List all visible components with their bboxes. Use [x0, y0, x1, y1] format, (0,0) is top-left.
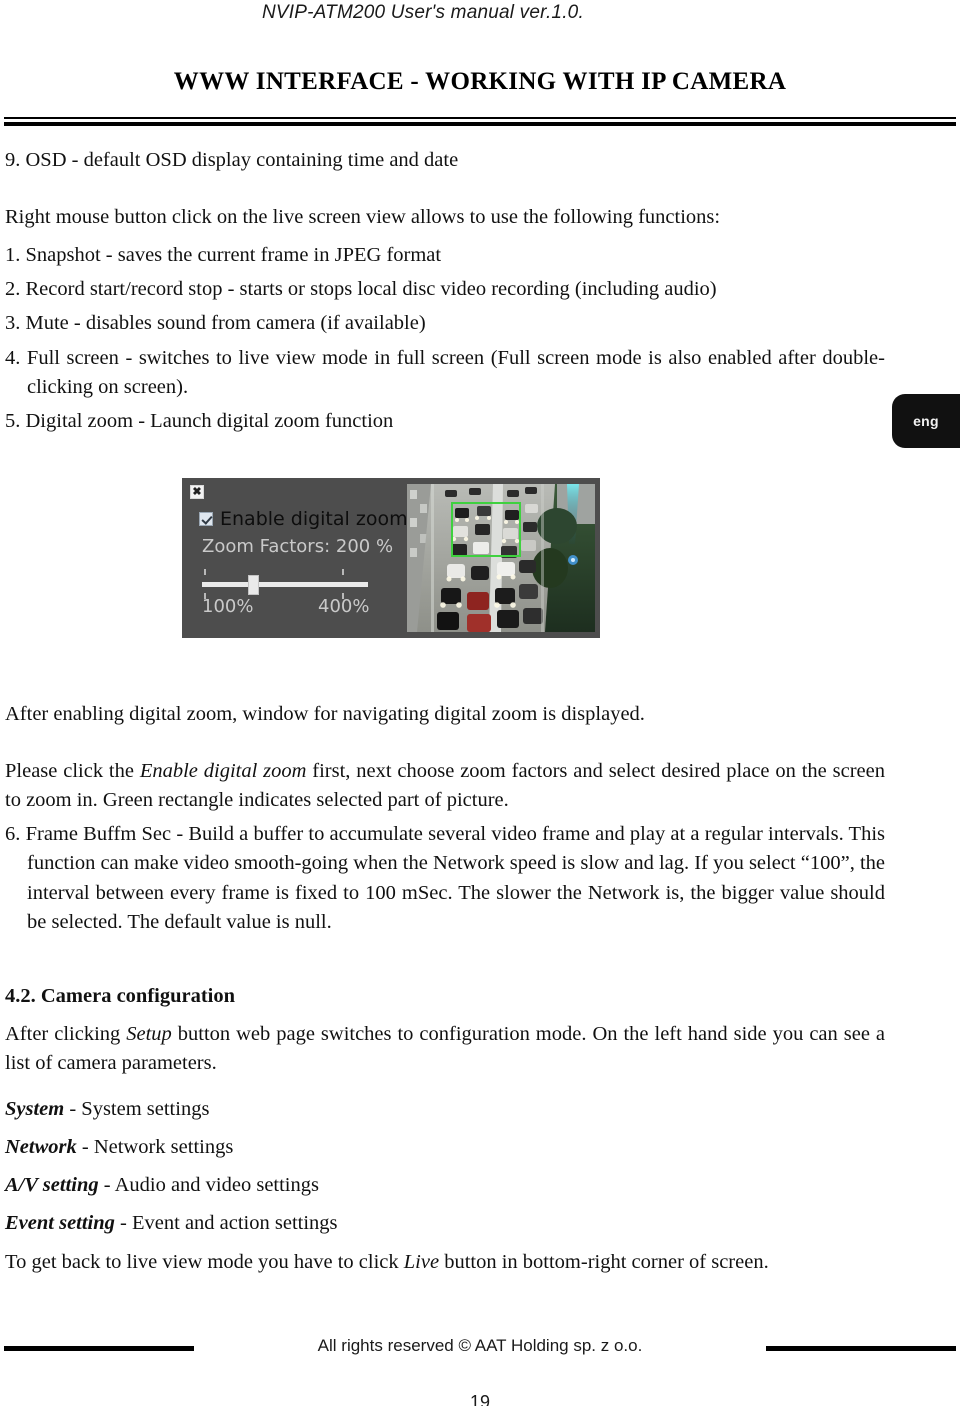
live-emphasis: Live: [403, 1250, 440, 1273]
param-av-setting-term: A/V setting: [5, 1174, 99, 1197]
slider-max-label: 400%: [318, 596, 370, 617]
param-system-term: System: [5, 1098, 65, 1121]
page-number: 19: [469, 1392, 491, 1406]
enable-digital-zoom-label: Enable digital zoom: [220, 508, 408, 530]
document-body-lower: After enabling digital zoom, window for …: [5, 700, 885, 1277]
list-item-1: 1. Snapshot - saves the current frame in…: [5, 244, 442, 267]
get-back-text-2: button in bottom-right corner of screen.: [439, 1250, 769, 1273]
param-system: System - System settings: [5, 1095, 885, 1124]
setup-emphasis: Setup: [126, 1022, 172, 1045]
get-back-paragraph: To get back to live view mode you have t…: [5, 1248, 885, 1277]
document-page: NVIP-ATM200 User's manual ver.1.0. WWW I…: [0, 0, 960, 1406]
language-tab-eng[interactable]: eng: [892, 394, 960, 448]
digital-zoom-dialog-figure: ✖ Enable digital zoom Zoom Factors: 200 …: [182, 478, 600, 638]
zoom-selection-rectangle[interactable]: [451, 502, 521, 557]
please-click-paragraph: Please click the Enable digital zoom fir…: [5, 757, 885, 815]
footer-rule-right: [766, 1346, 956, 1351]
list-item-2: 2. Record start/record stop - starts or …: [5, 278, 717, 301]
enable-digital-zoom-emphasis: Enable digital zoom: [139, 760, 307, 783]
list-item-5: 5. Digital zoom - Launch digital zoom fu…: [5, 409, 394, 432]
param-network-term: Network: [5, 1136, 77, 1159]
after-setup-paragraph: After clicking Setup button web page swi…: [5, 1020, 885, 1078]
slider-tick-min-top: [204, 569, 206, 575]
page-title: WWW INTERFACE - WORKING WITH IP CAMERA: [173, 68, 787, 95]
language-tab-label: eng: [913, 413, 939, 429]
after-enabling-paragraph: After enabling digital zoom, window for …: [5, 703, 645, 725]
slider-min-label: 100%: [202, 596, 254, 617]
slider-track[interactable]: [202, 582, 368, 587]
param-event-setting: Event setting - Event and action setting…: [5, 1209, 885, 1238]
running-head: NVIP-ATM200 User's manual ver.1.0.: [262, 2, 584, 23]
page-footer: All rights reserved © AAT Holding sp. z …: [0, 1336, 960, 1406]
digital-zoom-dialog-panel: ✖ Enable digital zoom Zoom Factors: 200 …: [182, 478, 408, 638]
list-item-3: 3. Mute - disables sound from camera (if…: [5, 312, 426, 335]
please-click-text-1: Please click the: [5, 760, 140, 783]
param-network-desc: - Network settings: [76, 1136, 234, 1159]
divider-thick-line: [4, 122, 956, 126]
close-icon[interactable]: ✖: [190, 485, 204, 499]
param-event-setting-term: Event setting: [5, 1212, 115, 1235]
enable-digital-zoom-row[interactable]: Enable digital zoom: [199, 508, 408, 530]
document-body: 9. OSD - default OSD display containing …: [5, 146, 885, 436]
after-setup-text-1: After clicking: [5, 1022, 127, 1045]
slider-tick-max-top: [342, 569, 344, 575]
section-heading-4-2: 4.2. Camera configuration: [5, 984, 236, 1007]
enable-digital-zoom-checkbox[interactable]: [199, 512, 213, 526]
param-av-setting: A/V setting - Audio and video settings: [5, 1171, 885, 1200]
param-system-desc: - System settings: [64, 1098, 210, 1121]
title-divider: [4, 117, 956, 126]
list-item-6: 6. Frame Buffm Sec - Build a buffer to a…: [5, 823, 885, 933]
param-av-setting-desc: - Audio and video settings: [98, 1174, 319, 1197]
list-item-9: 9. OSD - default OSD display containing …: [5, 149, 459, 171]
zoom-factors-value: Zoom Factors: 200 %: [202, 536, 394, 557]
list-item-4: 4. Full screen - switches to live view m…: [5, 346, 885, 398]
camera-preview-image[interactable]: [407, 484, 595, 632]
param-network: Network - Network settings: [5, 1133, 885, 1162]
get-back-text-1: To get back to live view mode you have t…: [5, 1250, 404, 1273]
intro-paragraph: Right mouse button click on the live scr…: [5, 206, 721, 229]
slider-thumb[interactable]: [248, 575, 259, 595]
param-event-setting-desc: - Event and action settings: [114, 1212, 338, 1235]
